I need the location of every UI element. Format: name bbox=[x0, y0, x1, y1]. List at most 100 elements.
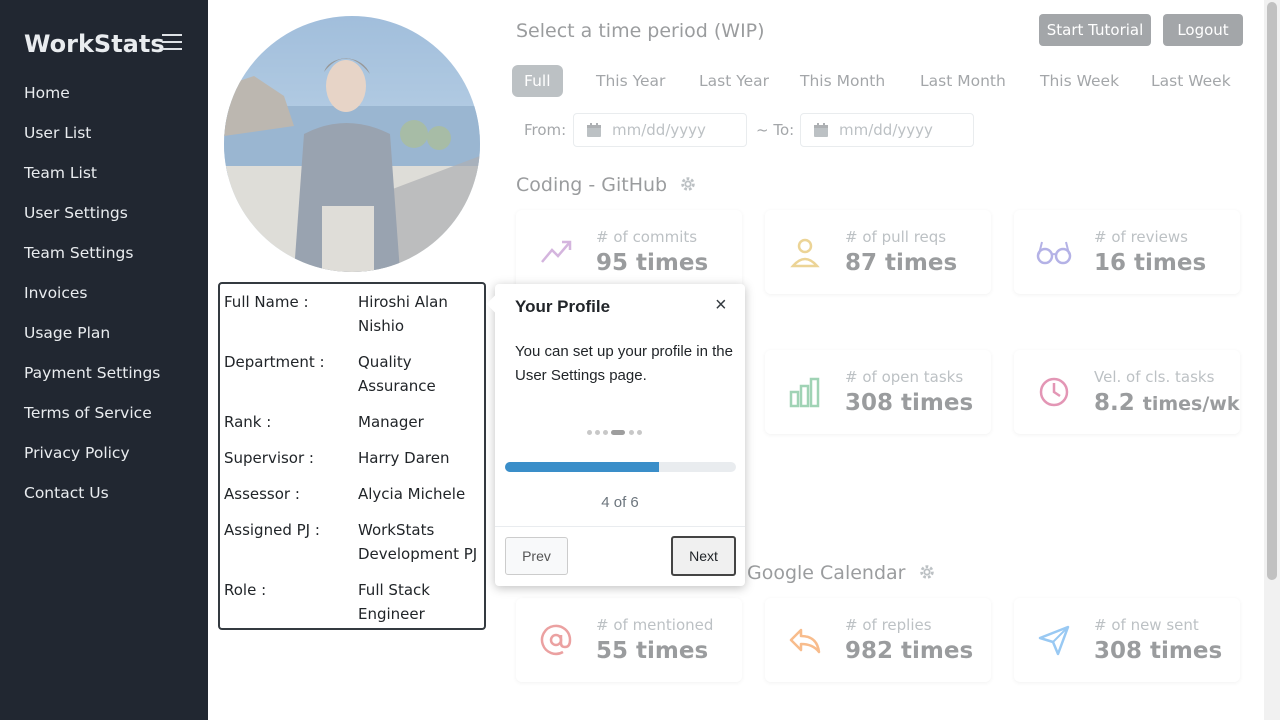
calendar-icon bbox=[814, 123, 828, 137]
profile-row-label: Full Name : bbox=[224, 293, 309, 311]
sidebar-nav: Home User List Team List User Settings T… bbox=[24, 82, 160, 522]
from-date-placeholder: mm/dd/yyyy bbox=[612, 121, 706, 139]
clock-icon bbox=[1039, 377, 1069, 407]
popover-title: Your Profile bbox=[515, 297, 611, 316]
to-label: ~ To: bbox=[756, 121, 795, 139]
close-icon[interactable]: × bbox=[715, 294, 727, 317]
open-tasks-label: # of open tasks bbox=[845, 368, 964, 386]
profile-row-value: WorkStats Development PJ bbox=[358, 521, 478, 563]
profile-row-value: Hiroshi Alan Nishio bbox=[358, 293, 448, 335]
from-label: From: bbox=[524, 121, 567, 139]
sidebar-item-usage-plan[interactable]: Usage Plan bbox=[24, 322, 160, 362]
tab-this-year[interactable]: This Year bbox=[584, 65, 677, 97]
profile-info-box: Full Name : Hiroshi Alan Nishio Departme… bbox=[218, 282, 486, 630]
hamburger-menu-icon[interactable] bbox=[162, 34, 182, 52]
start-tutorial-button[interactable]: Start Tutorial bbox=[1039, 14, 1151, 46]
tab-this-week[interactable]: This Week bbox=[1028, 65, 1131, 97]
profile-row-label: Supervisor : bbox=[224, 449, 314, 467]
profile-row-label: Assigned PJ : bbox=[224, 521, 320, 539]
tab-full[interactable]: Full bbox=[512, 65, 563, 97]
tour-popover: Your Profile × You can set up your profi… bbox=[486, 284, 745, 586]
tab-this-month[interactable]: This Month bbox=[788, 65, 897, 97]
from-date-input[interactable]: mm/dd/yyyy bbox=[573, 113, 747, 147]
tour-progress-bar bbox=[505, 462, 736, 472]
replies-value: 982 times bbox=[845, 638, 974, 664]
sidebar-item-team-list[interactable]: Team List bbox=[24, 162, 160, 202]
step-dot[interactable] bbox=[637, 430, 642, 435]
replies-label: # of replies bbox=[845, 616, 932, 634]
scrollbar[interactable] bbox=[1264, 0, 1280, 720]
profile-row-value: Manager bbox=[358, 413, 424, 431]
sidebar-item-user-settings[interactable]: User Settings bbox=[24, 202, 160, 242]
commits-value: 95 times bbox=[596, 250, 709, 276]
step-dot[interactable] bbox=[603, 430, 608, 435]
scrollbar-thumb[interactable] bbox=[1267, 2, 1277, 580]
tab-last-year[interactable]: Last Year bbox=[687, 65, 781, 97]
to-date-placeholder: mm/dd/yyyy bbox=[839, 121, 933, 139]
step-dot[interactable] bbox=[595, 430, 600, 435]
mentioned-value: 55 times bbox=[596, 638, 709, 664]
profile-row-value: Alycia Michele bbox=[358, 485, 466, 503]
mentioned-label: # of mentioned bbox=[596, 616, 714, 634]
at-icon bbox=[540, 624, 572, 656]
profile-avatar bbox=[224, 16, 480, 272]
pull-reqs-label: # of pull reqs bbox=[845, 228, 947, 246]
new-sent-value: 308 times bbox=[1094, 638, 1223, 664]
step-dot[interactable] bbox=[629, 430, 634, 435]
velocity-number: 8.2 bbox=[1094, 390, 1135, 416]
reviews-value: 16 times bbox=[1094, 250, 1207, 276]
velocity-value: 8.2 times/wk bbox=[1094, 390, 1239, 416]
step-dot-active[interactable] bbox=[611, 430, 625, 435]
reply-icon bbox=[789, 628, 821, 654]
profile-row-value: Harry Daren bbox=[358, 449, 450, 467]
user-icon bbox=[790, 238, 820, 268]
tour-progress-fill bbox=[505, 462, 660, 472]
glasses-icon bbox=[1036, 241, 1072, 265]
profile-row-value: Full Stack Engineer bbox=[358, 581, 430, 623]
gear-icon[interactable] bbox=[918, 563, 936, 581]
popover-body: You can set up your profile in the User … bbox=[515, 343, 733, 384]
profile-row-value: Quality Assurance bbox=[358, 353, 436, 395]
sidebar-item-team-settings[interactable]: Team Settings bbox=[24, 242, 160, 282]
period-title: Select a time period (WIP) bbox=[516, 20, 765, 42]
step-counter: 4 of 6 bbox=[601, 494, 639, 511]
commits-card: # of commits 95 times bbox=[516, 210, 742, 294]
sidebar-item-payment-settings[interactable]: Payment Settings bbox=[24, 362, 160, 402]
send-icon bbox=[1038, 625, 1070, 656]
trend-up-icon bbox=[541, 240, 572, 263]
replies-card: # of replies 982 times bbox=[765, 598, 991, 682]
calendar-icon bbox=[587, 123, 601, 137]
sidebar-item-terms-of-service[interactable]: Terms of Service bbox=[24, 402, 160, 442]
new-sent-label: # of new sent bbox=[1094, 616, 1199, 634]
sidebar: WorkStats Home User List Team List User … bbox=[0, 0, 208, 720]
tab-last-month[interactable]: Last Month bbox=[908, 65, 1018, 97]
calendar-title-text: Google Calendar bbox=[747, 562, 906, 584]
reviews-card: # of reviews 16 times bbox=[1014, 210, 1240, 294]
tab-last-week[interactable]: Last Week bbox=[1139, 65, 1243, 97]
calendar-section-title: Google Calendar bbox=[747, 562, 936, 584]
bar-chart-icon bbox=[789, 377, 820, 408]
velocity-label: Vel. of cls. tasks bbox=[1094, 368, 1215, 386]
pull-reqs-card: # of pull reqs 87 times bbox=[765, 210, 991, 294]
sidebar-item-user-list[interactable]: User List bbox=[24, 122, 160, 162]
logout-button[interactable]: Logout bbox=[1163, 14, 1243, 46]
sidebar-item-privacy-policy[interactable]: Privacy Policy bbox=[24, 442, 160, 482]
sidebar-item-invoices[interactable]: Invoices bbox=[24, 282, 160, 322]
brand-logo[interactable]: WorkStats bbox=[24, 30, 165, 58]
step-dot[interactable] bbox=[587, 430, 592, 435]
open-tasks-value: 308 times bbox=[845, 390, 974, 416]
velocity-unit: times/wk bbox=[1142, 393, 1240, 415]
velocity-card: Vel. of cls. tasks 8.2 times/wk bbox=[1014, 350, 1240, 434]
sidebar-item-contact-us[interactable]: Contact Us bbox=[24, 482, 160, 522]
sidebar-item-home[interactable]: Home bbox=[24, 82, 160, 122]
mentioned-card: # of mentioned 55 times bbox=[516, 598, 742, 682]
popover-divider bbox=[495, 526, 745, 527]
profile-row-label: Assessor : bbox=[224, 485, 300, 503]
profile-row-label: Rank : bbox=[224, 413, 272, 431]
next-button[interactable]: Next bbox=[671, 536, 736, 576]
to-date-input[interactable]: mm/dd/yyyy bbox=[800, 113, 974, 147]
prev-button[interactable]: Prev bbox=[505, 537, 568, 575]
gear-icon[interactable] bbox=[679, 175, 697, 193]
github-section-title: Coding - GitHub bbox=[516, 174, 697, 196]
open-tasks-card: # of open tasks 308 times bbox=[765, 350, 991, 434]
